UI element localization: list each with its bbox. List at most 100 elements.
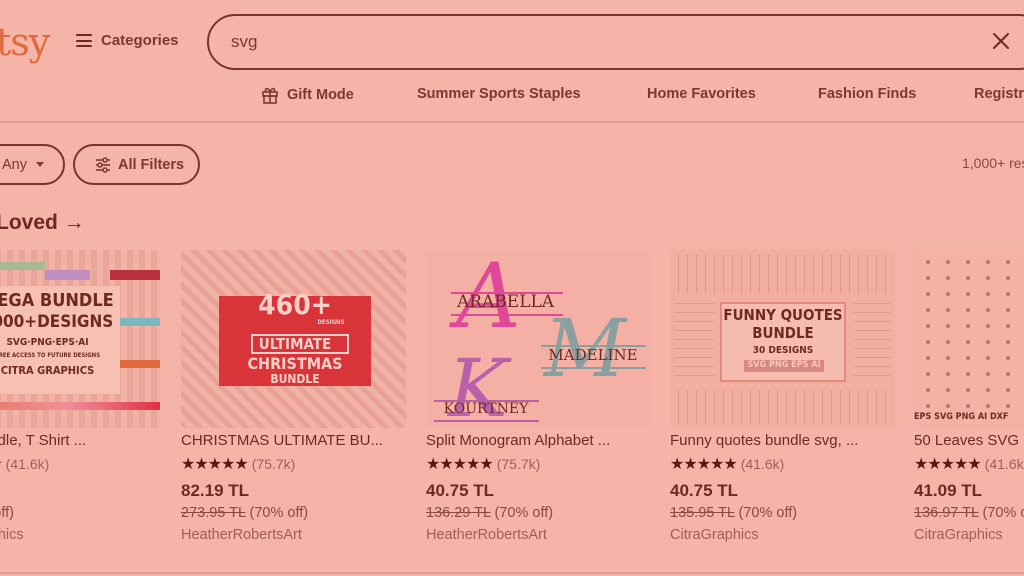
product-card[interactable]: MEGA BUNDLE 1000+DESIGNS SVG·PNG·EPS·AI … (0, 250, 160, 543)
category-nav: Gift Mode Summer Sports Staples Home Fav… (0, 86, 1024, 106)
results-count: 1,000+ results (962, 155, 1024, 171)
product-title[interactable]: CHRISTMAS ULTIMATE BU... (181, 432, 406, 450)
rating-count: (75.7k) (496, 456, 541, 472)
image-text: KOURTNEY (443, 401, 529, 417)
original-price: 273.95 TL (181, 505, 246, 521)
close-icon[interactable] (990, 30, 1012, 52)
nav-label: Gift Mode (287, 87, 354, 103)
product-card[interactable]: EPS SVG PNG AI DXF 50 Leaves SVG ★★★★★ (… (914, 250, 1024, 543)
star-rating-icon: ★★★★★ (0, 454, 3, 474)
original-price: 136.29 TL (426, 505, 491, 521)
image-text: 460+ (258, 288, 332, 321)
image-text: MADELINE (548, 346, 638, 364)
product-card[interactable]: 460+ DESIGNS ULTIMATE CHRISTMAS BUNDLE C… (181, 250, 406, 543)
product-rating: ★★★★★ (41.6k) (914, 454, 1024, 474)
image-text: 30 DESIGNS (752, 345, 814, 356)
categories-label: Categories (101, 32, 179, 49)
discount: (70% off) (982, 505, 1024, 521)
categories-button[interactable]: Categories (76, 32, 179, 49)
nav-item-registry[interactable]: Registry (974, 86, 1024, 102)
product-title[interactable]: SVG Bundle, T Shirt ... (0, 432, 160, 450)
product-image: MEGA BUNDLE 1000+DESIGNS SVG·PNG·EPS·AI … (0, 250, 160, 428)
product-title[interactable]: Split Monogram Alphabet ... (426, 432, 651, 450)
gift-icon (262, 87, 278, 104)
product-rating: ★★★★★ (41.6k) (670, 454, 895, 474)
nav-label: Home Favorites (647, 86, 756, 102)
product-image: EPS SVG PNG AI DXF (914, 250, 1024, 428)
any-filter-dropdown[interactable]: Any (0, 144, 65, 185)
original-price: 136.97 TL (914, 505, 979, 521)
image-text: DESIGNS (317, 319, 345, 326)
image-text: CHRISTMAS (247, 354, 343, 373)
product-price: 40.75 TL (426, 481, 495, 500)
image-text: EPS SVG PNG AI DXF (914, 412, 1009, 422)
section-title-loved[interactable]: Loved → (0, 211, 85, 235)
image-text: ARABELLA (456, 292, 555, 312)
nav-item-home-favorites[interactable]: Home Favorites (647, 86, 756, 102)
discount: (70% off) (738, 505, 798, 521)
image-text: CITRA GRAPHICS (0, 364, 95, 377)
original-price-row: 273.95 TL (70% off) (181, 505, 406, 521)
product-price: 41.09 TL (914, 481, 983, 500)
product-card[interactable]: A M K ARABELLA MADELINE KOURTNEY Split M… (426, 250, 651, 543)
product-image: FUNNY QUOTES BUNDLE 30 DESIGNS SVG PNG E… (670, 250, 895, 428)
image-text: ULTIMATE (258, 335, 332, 353)
discount: (70% off) (494, 505, 554, 521)
product-price: 82.19 TL (181, 481, 250, 500)
all-filters-label: All Filters (118, 156, 185, 173)
original-price-row: TL (70% off) (0, 505, 160, 521)
image-text: BUNDLE (752, 324, 814, 342)
nav-item-fashion-finds[interactable]: Fashion Finds (818, 86, 916, 102)
discount: (70% off) (0, 505, 14, 521)
shop-name[interactable]: CitraGraphics (914, 527, 1024, 543)
search-input[interactable] (231, 32, 931, 52)
shop-name[interactable]: HeatherRobertsArt (181, 527, 406, 543)
product-title[interactable]: 50 Leaves SVG (914, 432, 1024, 450)
search-bar[interactable] (207, 14, 1024, 70)
product-title[interactable]: Funny quotes bundle svg, ... (670, 432, 895, 450)
original-price: 135.95 TL (670, 505, 735, 521)
all-filters-button[interactable]: All Filters (73, 144, 200, 185)
nav-item-gift-mode[interactable]: Gift Mode (261, 86, 354, 104)
image-text: FUNNY QUOTES (723, 306, 843, 324)
rating-count: (41.6k) (984, 456, 1024, 472)
filter-sliders-icon (96, 156, 110, 173)
shop-name[interactable]: CitraGraphics (0, 527, 160, 543)
product-rating: ★★★★★ (75.7k) (181, 454, 406, 474)
shop-name[interactable]: HeatherRobertsArt (426, 527, 651, 543)
original-price-row: 136.29 TL (70% off) (426, 505, 651, 521)
image-text: BUNDLE (270, 372, 320, 386)
product-price: TL (0, 481, 160, 501)
image-text: FREE ACCESS TO FUTURE DESIGNS (0, 352, 101, 359)
original-price-row: 135.95 TL (70% off) (670, 505, 895, 521)
rating-count: (41.6k) (740, 456, 785, 472)
image-text: MEGA BUNDLE (0, 290, 114, 311)
image-text: SVG·PNG·EPS·AI (6, 337, 89, 348)
nav-item-summer-sports[interactable]: Summer Sports Staples (417, 86, 581, 102)
rating-count: (41.6k) (5, 456, 50, 472)
nav-label: Fashion Finds (818, 86, 917, 102)
star-rating-icon: ★★★★★ (914, 456, 982, 473)
product-image: A M K ARABELLA MADELINE KOURTNEY (426, 250, 651, 428)
star-rating-icon: ★★★★★ (426, 456, 494, 473)
nav-label: Summer Sports Staples (417, 86, 581, 102)
product-image: 460+ DESIGNS ULTIMATE CHRISTMAS BUNDLE (181, 250, 406, 428)
any-filter-label: Any (2, 156, 27, 173)
product-rating: ★★★★★ (75.7k) (426, 454, 651, 474)
image-text: 1000+DESIGNS (0, 312, 114, 332)
image-text: SVG PNG EPS AI (747, 360, 821, 370)
discount: (70% off) (249, 505, 309, 521)
header-divider (0, 121, 1024, 123)
star-rating-icon: ★★★★★ (670, 456, 738, 473)
rating-count: (75.7k) (251, 456, 296, 472)
caret-down-icon (36, 162, 44, 167)
star-rating-icon: ★★★★★ (181, 456, 249, 473)
original-price-row: 136.97 TL (70% off) (914, 505, 1024, 521)
etsy-logo[interactable]: tsy (0, 20, 50, 64)
shop-name[interactable]: CitraGraphics (670, 527, 895, 543)
menu-icon (76, 34, 92, 47)
product-card[interactable]: FUNNY QUOTES BUNDLE 30 DESIGNS SVG PNG E… (670, 250, 895, 543)
product-price: 40.75 TL (670, 481, 739, 500)
product-rating: ★★★★★ (41.6k) (0, 454, 160, 474)
section-divider (0, 572, 1024, 574)
